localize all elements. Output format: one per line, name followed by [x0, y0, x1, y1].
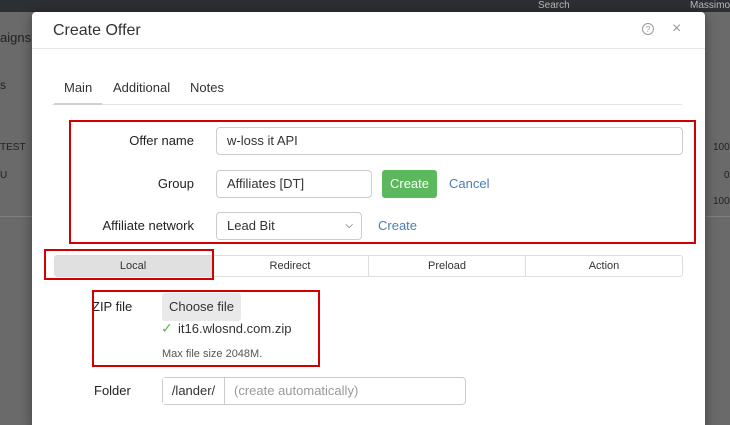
modal-title: Create Offer — [53, 22, 141, 39]
background-value-text: 100 — [713, 196, 730, 207]
create-offer-modal: Create Offer ? × Main Additional Notes O… — [32, 12, 705, 425]
background-search-text: Search — [538, 0, 570, 11]
tab-additional[interactable]: Additional — [103, 80, 180, 105]
close-icon[interactable]: × — [672, 20, 681, 38]
segment-redirect[interactable]: Redirect — [212, 256, 369, 276]
header-divider — [32, 48, 705, 49]
folder-prefix: /lander/ — [163, 378, 225, 404]
help-icon-svg: ? — [642, 23, 654, 35]
tab-main[interactable]: Main — [54, 80, 102, 105]
folder-input-group: /lander/ (create automatically) — [162, 377, 466, 405]
background-divider — [705, 216, 730, 217]
background-row-text: TEST — [0, 142, 26, 153]
highlight-box-local — [44, 249, 214, 280]
svg-text:?: ? — [646, 25, 651, 34]
segment-action[interactable]: Action — [526, 256, 682, 276]
background-user-text: Massimo — [690, 0, 730, 11]
help-icon[interactable]: ? — [641, 22, 655, 39]
segment-preload[interactable]: Preload — [369, 256, 526, 276]
background-divider — [0, 216, 32, 217]
tab-bar: Main Additional Notes — [52, 80, 682, 105]
highlight-box-fields — [69, 120, 696, 244]
background-topbar: Search Massimo — [0, 0, 730, 12]
background-heading-text: s — [0, 78, 6, 92]
tab-notes[interactable]: Notes — [180, 80, 234, 105]
background-row-text: U — [0, 170, 8, 181]
highlight-box-zip — [92, 290, 320, 367]
background-value-text: 100 — [713, 142, 730, 153]
background-value-text: 0 — [724, 170, 730, 181]
folder-label: Folder — [94, 383, 131, 398]
background-nav-text: aigns — [0, 30, 32, 45]
folder-input[interactable]: (create automatically) — [225, 378, 358, 404]
